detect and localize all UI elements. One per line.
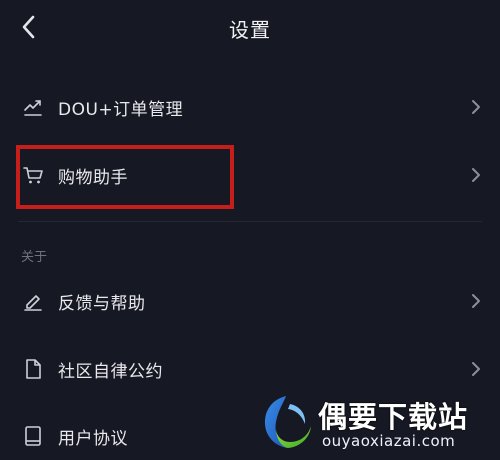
section-header-about: 关于 [21,250,48,265]
document-icon [26,359,41,379]
section-divider [18,221,482,222]
chevron-right-icon [472,168,480,182]
settings-item-label: DOU+订单管理 [58,100,184,120]
watermark-brand-text: 偶要下载站 [318,400,469,434]
highlight-annotation-box [16,145,234,209]
settings-item-community-guidelines[interactable]: 社区自律公约 [0,340,500,400]
page-title: 设置 [229,18,271,42]
settings-item-dou-orders[interactable]: DOU+订单管理 [0,78,500,138]
settings-item-label: 用户协议 [58,429,128,449]
book-icon [25,426,41,446]
site-logo-icon [264,396,311,448]
settings-item-label: 反馈与帮助 [58,294,146,314]
settings-screen: 设置 DOU+订单管理 购物助手 关于 反馈与帮助 社区自律公约 用户协议 偶要… [0,0,500,460]
chevron-right-icon [472,294,480,308]
watermark: 偶要下载站 ouyaoxiazai.com [256,392,496,456]
settings-item-feedback-help[interactable]: 反馈与帮助 [0,272,500,332]
trend-chart-icon [24,100,42,116]
watermark-domain-text: ouyaoxiazai.com [322,432,456,450]
chevron-right-icon [472,362,480,376]
chevron-right-icon [472,100,480,114]
pencil-icon [24,295,42,311]
top-bar: 设置 [0,0,500,56]
settings-item-label: 社区自律公约 [58,362,163,382]
